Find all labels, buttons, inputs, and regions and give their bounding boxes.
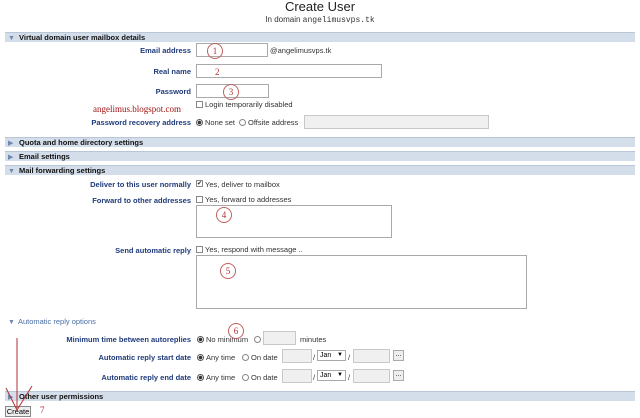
- triangle-down-icon: ▼: [8, 319, 15, 326]
- forward-label: Forward to other addresses: [92, 196, 191, 205]
- annotation-5: 5: [220, 263, 236, 279]
- annotation-4: 4: [216, 207, 232, 223]
- start-date-label: Automatic reply start date: [98, 353, 191, 362]
- min-time-label: Minimum time between autoreplies: [66, 335, 191, 344]
- date-separator: /: [348, 353, 351, 362]
- login-disabled-checkbox[interactable]: [196, 101, 203, 108]
- date-separator: /: [313, 373, 316, 382]
- email-domain-suffix: @angelimusvps.tk: [270, 46, 332, 55]
- forward-checkbox[interactable]: [196, 196, 203, 203]
- autoreply-option-text: Yes, respond with message ..: [205, 245, 303, 254]
- start-year-input[interactable]: [353, 349, 390, 363]
- autoreply-options-heading[interactable]: ▼ Automatic reply options: [8, 317, 96, 326]
- annotation-3: 3: [223, 84, 239, 100]
- date-separator: /: [348, 373, 351, 382]
- minutes-text: minutes: [300, 335, 327, 344]
- end-month-select[interactable]: Jan ▼: [317, 370, 346, 381]
- autoreply-checkbox[interactable]: [196, 246, 203, 253]
- triangle-down-icon: ▼: [8, 35, 15, 42]
- deliver-option-text: Yes, deliver to mailbox: [205, 180, 280, 189]
- start-day-input[interactable]: [282, 349, 312, 363]
- annotation-6: 6: [228, 323, 244, 339]
- start-on-date-radio[interactable]: [242, 354, 249, 361]
- minimum-minutes-input[interactable]: [263, 331, 296, 345]
- annotation-arrow: [5, 338, 33, 412]
- email-label: Email address: [140, 46, 191, 55]
- section-title: Quota and home directory settings: [19, 138, 144, 147]
- end-on-date-text: On date: [251, 373, 278, 382]
- realname-input[interactable]: [196, 64, 382, 78]
- recovery-none-radio[interactable]: [196, 119, 203, 126]
- end-on-date-radio[interactable]: [242, 374, 249, 381]
- forward-option-text: Yes, forward to addresses: [205, 195, 292, 204]
- end-date-label: Automatic reply end date: [101, 373, 191, 382]
- section-other-permissions[interactable]: ▶ Other user permissions: [5, 391, 635, 401]
- section-title: Virtual domain user mailbox details: [19, 33, 146, 42]
- recovery-offsite-radio[interactable]: [239, 119, 246, 126]
- section-mailbox-details[interactable]: ▼ Virtual domain user mailbox details: [5, 32, 635, 42]
- recovery-offsite-text: Offsite address: [248, 118, 299, 127]
- password-label: Password: [155, 87, 191, 96]
- start-any-time-text: Any time: [206, 353, 236, 362]
- section-title: Email settings: [19, 152, 70, 161]
- caret-down-icon: ▼: [337, 352, 343, 358]
- recovery-none-text: None set: [205, 118, 236, 127]
- annotation-2: 2: [215, 67, 220, 77]
- triangle-right-icon: ▶: [8, 154, 14, 161]
- domain-name: angelimusvps.tk: [302, 16, 375, 25]
- triangle-right-icon: ▶: [8, 140, 14, 147]
- start-month-select[interactable]: Jan ▼: [317, 350, 346, 361]
- realname-label: Real name: [153, 67, 191, 76]
- page-subtitle: In domain angelimusvps.tk: [0, 15, 640, 25]
- start-any-time-radio[interactable]: [197, 354, 204, 361]
- section-title: Mail forwarding settings: [19, 166, 106, 175]
- checkmark-icon: ✔: [197, 181, 203, 187]
- minimum-value-radio[interactable]: [254, 336, 261, 343]
- recovery-label: Password recovery address: [91, 118, 191, 127]
- page-title: Create User: [284, 0, 356, 14]
- deliver-checkbox[interactable]: ✔: [196, 180, 203, 187]
- end-any-time-text: Any time: [206, 373, 236, 382]
- caret-down-icon: ▼: [337, 372, 343, 378]
- annotation-1: 1: [207, 43, 223, 59]
- login-disabled-text: Login temporarily disabled: [205, 100, 293, 109]
- recovery-offsite-input[interactable]: [304, 115, 489, 129]
- watermark-text: angelimus.blogspot.com: [93, 104, 181, 114]
- no-minimum-radio[interactable]: [197, 336, 204, 343]
- end-date-picker-button[interactable]: ...: [393, 370, 404, 381]
- autoreply-label: Send automatic reply: [115, 246, 191, 255]
- annotation-7: 7: [40, 405, 45, 415]
- date-separator: /: [313, 353, 316, 362]
- deliver-label: Deliver to this user normally: [90, 180, 191, 189]
- start-month-value: Jan: [320, 352, 332, 359]
- end-any-time-radio[interactable]: [197, 374, 204, 381]
- autoreply-options-title: Automatic reply options: [17, 317, 96, 326]
- subtitle-prefix: In domain: [265, 15, 301, 24]
- start-on-date-text: On date: [251, 353, 278, 362]
- triangle-down-icon: ▼: [8, 168, 15, 175]
- end-month-value: Jan: [320, 372, 332, 379]
- start-date-picker-button[interactable]: ...: [393, 350, 404, 361]
- section-mail-forwarding[interactable]: ▼ Mail forwarding settings: [5, 165, 635, 175]
- autoreply-message-textarea[interactable]: [196, 255, 527, 309]
- end-year-input[interactable]: [353, 369, 390, 383]
- section-email-settings[interactable]: ▶ Email settings: [5, 151, 635, 161]
- section-quota-settings[interactable]: ▶ Quota and home directory settings: [5, 137, 635, 147]
- end-day-input[interactable]: [282, 369, 312, 383]
